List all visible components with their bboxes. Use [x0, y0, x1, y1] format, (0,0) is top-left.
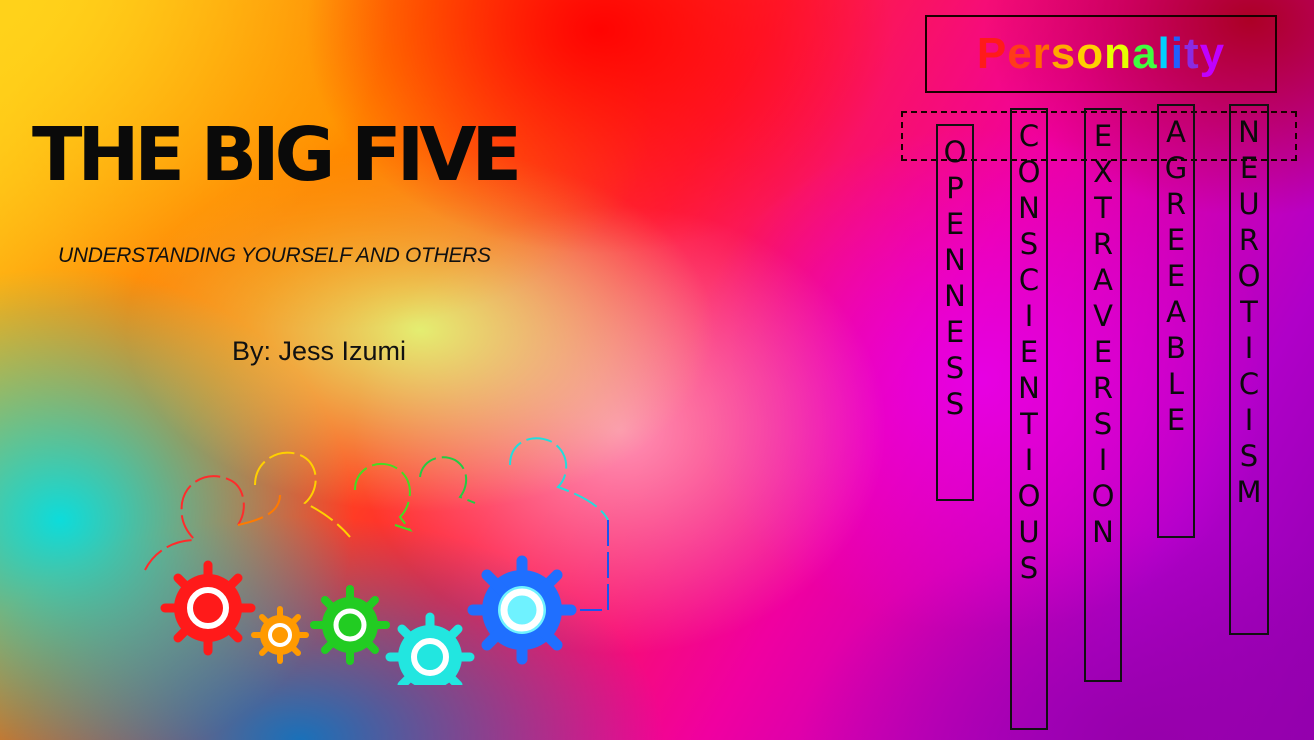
- heading-letter: n: [1104, 29, 1133, 78]
- personality-heading-box: Personality: [925, 15, 1277, 93]
- trait-letter: O: [1237, 259, 1261, 293]
- trait-letter: E: [1166, 223, 1186, 257]
- trait-letter: E: [1166, 403, 1186, 437]
- trait-letter: S: [1239, 439, 1259, 473]
- trait-letter: S: [1093, 407, 1113, 441]
- trait-letter: S: [945, 351, 965, 385]
- heading-letter: i: [1170, 29, 1185, 78]
- trait-letter: E: [1093, 335, 1113, 369]
- trait-conscientious: CONSCIENTIOUS: [1010, 108, 1048, 730]
- trait-letter: N: [1018, 191, 1040, 225]
- slide-title: THE BIG FIVE: [32, 112, 522, 198]
- trait-letter: O: [943, 135, 967, 169]
- heading-letter: t: [1184, 29, 1200, 78]
- trait-letter: V: [1093, 299, 1113, 333]
- trait-letter: S: [945, 387, 965, 421]
- trait-letter: I: [1244, 403, 1254, 437]
- trait-letter: T: [1020, 407, 1038, 441]
- heading-letter: e: [1007, 29, 1033, 78]
- trait-letter: E: [1239, 151, 1259, 185]
- trait-letter: G: [1164, 151, 1188, 185]
- trait-letter: C: [1018, 119, 1040, 153]
- slide-subtitle: UNDERSTANDING YOURSELF AND OTHERS: [58, 244, 491, 267]
- trait-extraversion: EXTRAVERSION: [1084, 108, 1122, 682]
- trait-letter: I: [1098, 443, 1108, 477]
- trait-letter: O: [1091, 479, 1115, 513]
- people-with-gears-icon: [144, 437, 609, 685]
- trait-letter: I: [1024, 443, 1034, 477]
- trait-letter: S: [1019, 227, 1039, 261]
- trait-letter: O: [1017, 155, 1041, 189]
- heading-letter: l: [1157, 29, 1171, 78]
- trait-letter: N: [1018, 371, 1040, 405]
- personality-heading: Personality: [977, 29, 1225, 79]
- trait-letter: E: [1093, 119, 1113, 153]
- author-credit: By: Jess Izumi: [232, 336, 407, 366]
- trait-letter: I: [1024, 299, 1034, 333]
- heading-letter: o: [1076, 29, 1105, 78]
- trait-agreeable: AGREEABLE: [1157, 104, 1195, 538]
- trait-letter: E: [945, 315, 965, 349]
- trait-letter: U: [1238, 187, 1260, 221]
- trait-letter: E: [1166, 259, 1186, 293]
- trait-letter: T: [1240, 295, 1258, 329]
- trait-letter: C: [1238, 367, 1260, 401]
- trait-letter: C: [1018, 263, 1040, 297]
- heading-letter: y: [1199, 29, 1226, 78]
- trait-letter: N: [944, 279, 966, 313]
- trait-letter: I: [1244, 331, 1254, 365]
- trait-letter: M: [1236, 475, 1262, 509]
- heading-letter: P: [976, 29, 1008, 78]
- trait-neuroticism: NEUROTICISM: [1229, 104, 1269, 635]
- trait-letter: E: [945, 207, 965, 241]
- trait-letter: R: [1165, 187, 1187, 221]
- trait-letter: O: [1017, 479, 1041, 513]
- trait-letter: A: [1166, 295, 1186, 329]
- trait-letter: X: [1093, 155, 1113, 189]
- trait-letter: S: [1019, 551, 1039, 585]
- heading-letter: a: [1132, 29, 1158, 78]
- trait-letter: A: [1093, 263, 1113, 297]
- trait-letter: P: [946, 171, 964, 205]
- heading-letter: r: [1032, 29, 1051, 78]
- trait-letter: A: [1166, 115, 1186, 149]
- trait-letter: T: [1094, 191, 1112, 225]
- trait-letter: N: [1238, 115, 1260, 149]
- trait-letter: R: [1092, 227, 1114, 261]
- trait-letter: E: [1019, 335, 1039, 369]
- heading-letter: s: [1050, 29, 1077, 78]
- trait-openness: OPENNESS: [936, 124, 974, 501]
- trait-letter: R: [1092, 371, 1114, 405]
- trait-letter: B: [1166, 331, 1186, 365]
- trait-letter: R: [1238, 223, 1260, 257]
- trait-letter: U: [1018, 515, 1040, 549]
- trait-letter: N: [1092, 515, 1114, 549]
- trait-letter: L: [1167, 367, 1185, 401]
- trait-letter: N: [944, 243, 966, 277]
